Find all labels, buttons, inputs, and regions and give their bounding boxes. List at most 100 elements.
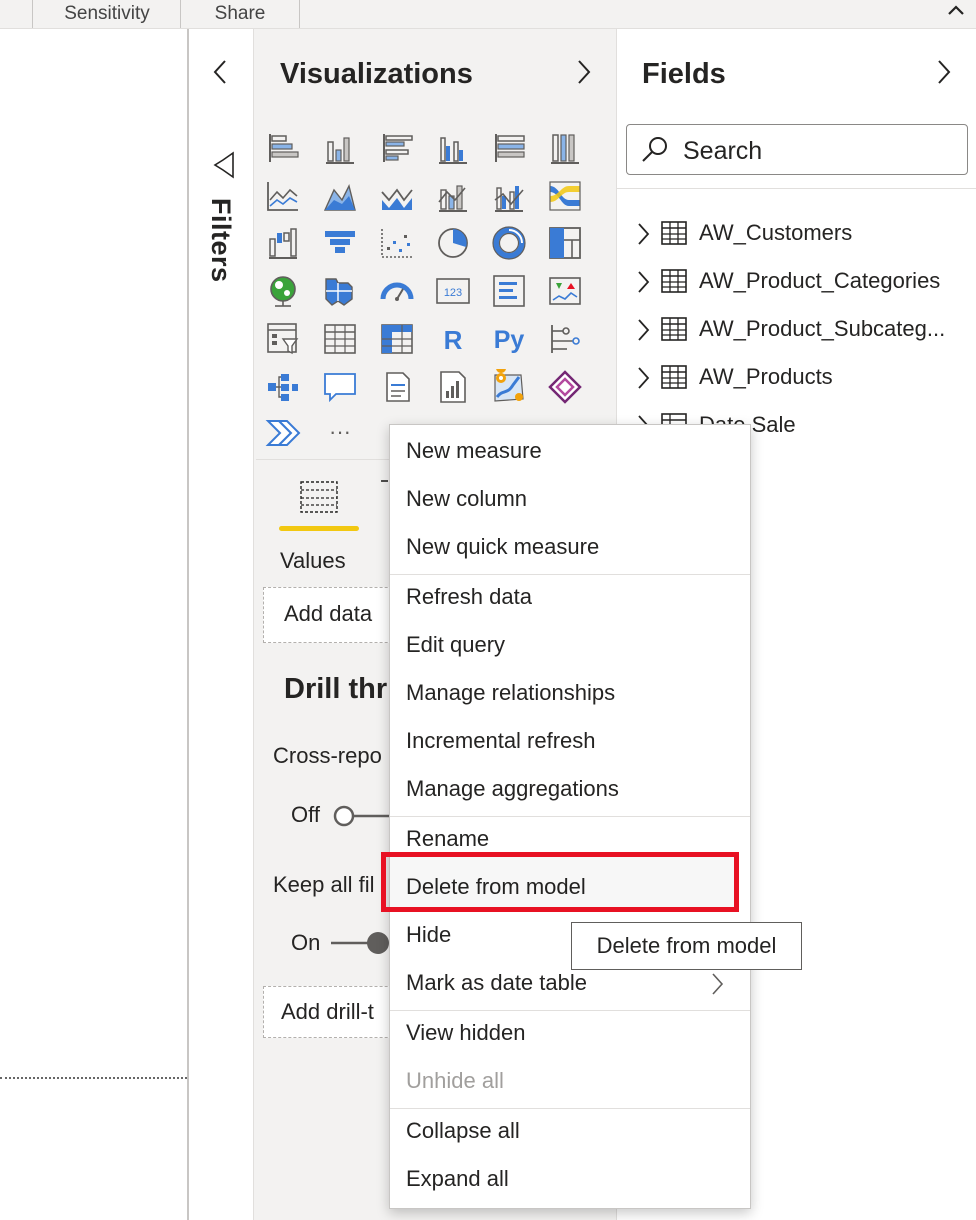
menu-item-edit-query[interactable]: Edit query bbox=[406, 632, 505, 658]
share-button[interactable]: Share bbox=[180, 0, 300, 28]
menu-item-expand-all[interactable]: Expand all bbox=[406, 1166, 509, 1192]
menu-item-view-hidden[interactable]: View hidden bbox=[406, 1020, 525, 1046]
paginated-report-icon[interactable] bbox=[435, 369, 471, 405]
r-visual-icon[interactable]: R bbox=[435, 321, 471, 357]
donut-chart-icon[interactable] bbox=[491, 225, 527, 261]
table-icon bbox=[661, 365, 687, 389]
stacked-column-chart-icon[interactable] bbox=[322, 130, 358, 166]
cross-report-label: Cross-repo bbox=[273, 743, 382, 768]
line-chart-icon[interactable] bbox=[265, 178, 301, 214]
smart-narrative-icon[interactable] bbox=[379, 369, 415, 405]
table-icon bbox=[661, 269, 687, 293]
menu-item-incremental-refresh[interactable]: Incremental refresh bbox=[406, 728, 596, 754]
table-row-aw-products[interactable]: AW_Products bbox=[634, 358, 974, 398]
active-tab-indicator bbox=[279, 526, 359, 531]
filters-label[interactable]: Filters bbox=[205, 198, 236, 283]
ribbon-chart-icon[interactable] bbox=[547, 178, 583, 214]
kpi-icon[interactable] bbox=[547, 273, 583, 309]
clustered-bar-chart-icon[interactable] bbox=[379, 130, 415, 166]
menu-separator bbox=[390, 574, 750, 575]
expand-chevron-icon[interactable] bbox=[634, 268, 654, 296]
keep-filters-toggle[interactable] bbox=[331, 930, 391, 961]
cross-report-toggle-label: Off bbox=[291, 802, 320, 827]
filter-icon bbox=[211, 150, 237, 185]
collapse-visualizations-chevron-icon[interactable] bbox=[573, 58, 595, 91]
keep-filters-toggle-label: On bbox=[291, 930, 321, 955]
matrix-icon[interactable] bbox=[379, 321, 415, 357]
keep-all-filters-label: Keep all fil bbox=[273, 872, 375, 897]
menu-item-manage-relationships[interactable]: Manage relationships bbox=[406, 680, 615, 706]
report-canvas[interactable] bbox=[0, 29, 187, 1220]
clustered-column-chart-icon[interactable] bbox=[435, 130, 471, 166]
100-stacked-column-chart-icon[interactable] bbox=[547, 130, 583, 166]
menu-item-hide[interactable]: Hide bbox=[406, 922, 451, 948]
expand-chevron-icon[interactable] bbox=[634, 364, 654, 392]
visualizations-title: Visualizations bbox=[280, 58, 473, 90]
search-placeholder: Search bbox=[683, 137, 763, 165]
menu-item-manage-aggregations[interactable]: Manage aggregations bbox=[406, 776, 619, 802]
table-icon[interactable] bbox=[322, 321, 358, 357]
power-apps-icon[interactable] bbox=[547, 369, 583, 405]
fields-title: Fields bbox=[642, 58, 726, 90]
cross-report-toggle[interactable] bbox=[331, 803, 391, 834]
scatter-chart-icon[interactable] bbox=[379, 225, 415, 261]
expand-chevron-icon[interactable] bbox=[634, 220, 654, 248]
qa-icon[interactable] bbox=[322, 369, 358, 405]
svg-text:Py: Py bbox=[494, 326, 525, 354]
expand-filters-chevron-icon[interactable] bbox=[210, 58, 232, 91]
more-visuals-icon[interactable]: ··· bbox=[322, 415, 358, 451]
table-icon bbox=[661, 317, 687, 341]
sensitivity-button[interactable]: Sensitivity bbox=[32, 0, 181, 28]
key-influencers-icon[interactable] bbox=[547, 321, 583, 357]
waterfall-chart-icon[interactable] bbox=[265, 225, 301, 261]
table-row-aw-product-subcategories[interactable]: AW_Product_Subcateg... bbox=[634, 310, 974, 350]
table-row-aw-product-categories[interactable]: AW_Product_Categories bbox=[634, 262, 974, 302]
menu-item-new-measure[interactable]: New measure bbox=[406, 438, 542, 464]
menu-item-new-column[interactable]: New column bbox=[406, 486, 527, 512]
table-icon bbox=[661, 221, 687, 245]
table-name: AW_Products bbox=[699, 364, 833, 389]
line-and-stacked-column-icon[interactable] bbox=[435, 178, 471, 214]
funnel-icon[interactable] bbox=[322, 225, 358, 261]
decomposition-tree-icon[interactable] bbox=[265, 369, 301, 405]
table-context-menu: New measure New column New quick measure Re… bbox=[389, 424, 751, 1209]
svg-text:123: 123 bbox=[444, 287, 462, 299]
build-visual-tab-icon[interactable] bbox=[298, 476, 340, 523]
arcgis-map-icon[interactable] bbox=[491, 363, 527, 405]
filled-map-icon[interactable] bbox=[322, 273, 358, 309]
pie-chart-icon[interactable] bbox=[435, 225, 471, 261]
highlight-annotation-box bbox=[381, 852, 739, 912]
stacked-bar-chart-icon[interactable] bbox=[265, 130, 301, 166]
menu-item-rename[interactable]: Rename bbox=[406, 826, 489, 852]
fields-search-input[interactable] bbox=[626, 124, 968, 175]
treemap-icon[interactable] bbox=[547, 225, 583, 261]
card-icon[interactable]: 123 bbox=[435, 273, 471, 309]
submenu-chevron-icon bbox=[708, 971, 726, 1002]
slicer-icon[interactable] bbox=[265, 321, 301, 357]
table-name: AW_Product_Subcateg... bbox=[699, 316, 946, 341]
menu-separator bbox=[390, 1108, 750, 1109]
line-and-clustered-column-icon[interactable] bbox=[491, 178, 527, 214]
power-automate-icon[interactable] bbox=[265, 415, 301, 451]
fields-divider bbox=[617, 188, 976, 189]
map-icon[interactable] bbox=[265, 273, 301, 309]
100-stacked-bar-chart-icon[interactable] bbox=[491, 130, 527, 166]
collapse-ribbon-icon[interactable] bbox=[944, 0, 968, 22]
area-chart-icon[interactable] bbox=[322, 178, 358, 214]
drill-through-title: Drill thr bbox=[284, 673, 388, 705]
table-row-aw-customers[interactable]: AW_Customers bbox=[634, 214, 974, 254]
menu-item-collapse-all[interactable]: Collapse all bbox=[406, 1118, 520, 1144]
collapse-fields-chevron-icon[interactable] bbox=[933, 58, 955, 91]
search-icon bbox=[640, 135, 670, 170]
menu-item-mark-as-date-table[interactable]: Mark as date table bbox=[406, 970, 587, 996]
table-name: AW_Product_Categories bbox=[699, 268, 941, 293]
python-visual-icon[interactable]: Py bbox=[491, 321, 527, 357]
multi-row-card-icon[interactable] bbox=[491, 273, 527, 309]
stacked-area-chart-icon[interactable] bbox=[379, 178, 415, 214]
gauge-icon[interactable] bbox=[379, 273, 415, 309]
menu-item-refresh-data[interactable]: Refresh data bbox=[406, 584, 532, 610]
svg-text:···: ··· bbox=[329, 419, 351, 444]
menu-item-new-quick-measure[interactable]: New quick measure bbox=[406, 534, 599, 560]
expand-chevron-icon[interactable] bbox=[634, 316, 654, 344]
svg-text:R: R bbox=[444, 325, 463, 355]
